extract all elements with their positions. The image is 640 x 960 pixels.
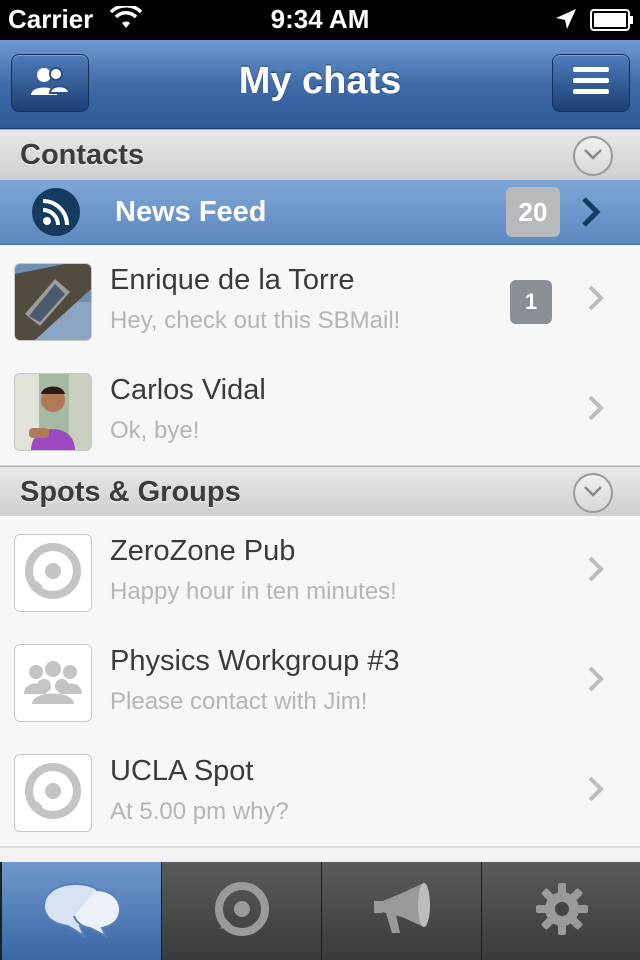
chats-icon [40,880,124,943]
location-arrow-icon [554,7,578,36]
avatar [14,534,92,612]
avatar [14,263,92,341]
battery-icon [590,9,634,36]
chevron-down-icon [583,147,603,166]
navigation-bar: My chats [0,40,640,130]
chevron-right-icon [586,774,606,809]
tab-settings[interactable] [481,862,640,960]
chat-row-zerozone[interactable]: ZeroZone Pub Happy hour in ten minutes! [0,516,640,628]
unread-badge: 20 [506,187,560,237]
spot-name: ZeroZone Pub [110,535,296,567]
chevron-right-icon [586,283,606,318]
rss-icon [32,188,80,236]
last-message: Ok, bye! [110,417,200,444]
spot-icon [212,879,272,944]
unread-badge: 1 [510,280,552,324]
menu-button[interactable] [552,54,630,112]
tab-spots[interactable] [161,862,321,960]
spot-name: UCLA Spot [110,755,254,787]
collapse-contacts-button[interactable] [573,136,613,176]
tab-bar [0,862,640,960]
chevron-down-icon [583,484,603,503]
last-message: Hey, check out this SBMail! [110,307,401,334]
contact-name: Enrique de la Torre [110,264,355,296]
news-feed-row[interactable]: News Feed 20 [0,180,640,245]
chat-row-enrique[interactable]: Enrique de la Torre Hey, check out this … [0,245,640,357]
status-bar: Carrier 9:34 AM [0,0,640,40]
chevron-right-icon [586,554,606,589]
tab-chats[interactable] [1,862,161,960]
avatar [14,644,92,722]
chevron-right-icon [586,664,606,699]
avatar [14,754,92,832]
contact-name: Carlos Vidal [110,374,266,406]
chat-row-carlos[interactable]: Carlos Vidal Ok, bye! [0,355,640,467]
section-title: Contacts [20,139,145,171]
gear-icon [534,881,590,942]
megaphone-icon [372,881,432,942]
spot-icon [23,541,83,606]
last-message: Happy hour in ten minutes! [110,578,397,605]
collapse-spots-button[interactable] [573,473,613,513]
group-name: Physics Workgroup #3 [110,645,400,677]
chat-row-ucla[interactable]: UCLA Spot At 5.00 pm why? [0,736,640,848]
avatar [14,373,92,451]
chat-row-physics[interactable]: Physics Workgroup #3 Please contact with… [0,626,640,738]
group-icon [22,658,84,709]
contacts-section-header[interactable]: Contacts [0,129,640,182]
chevron-right-icon [580,196,602,233]
chevron-right-icon [586,393,606,428]
last-message: At 5.00 pm why? [110,798,289,825]
page-title: My chats [238,60,402,102]
section-title: Spots & Groups [20,476,241,508]
menu-icon [573,66,609,101]
last-message: Please contact with Jim! [110,688,368,715]
status-time: 9:34 AM [270,4,370,34]
spot-icon [23,761,83,826]
tab-broadcast[interactable] [321,862,481,960]
news-feed-label: News Feed [115,196,267,228]
spots-groups-section-header[interactable]: Spots & Groups [0,466,640,519]
